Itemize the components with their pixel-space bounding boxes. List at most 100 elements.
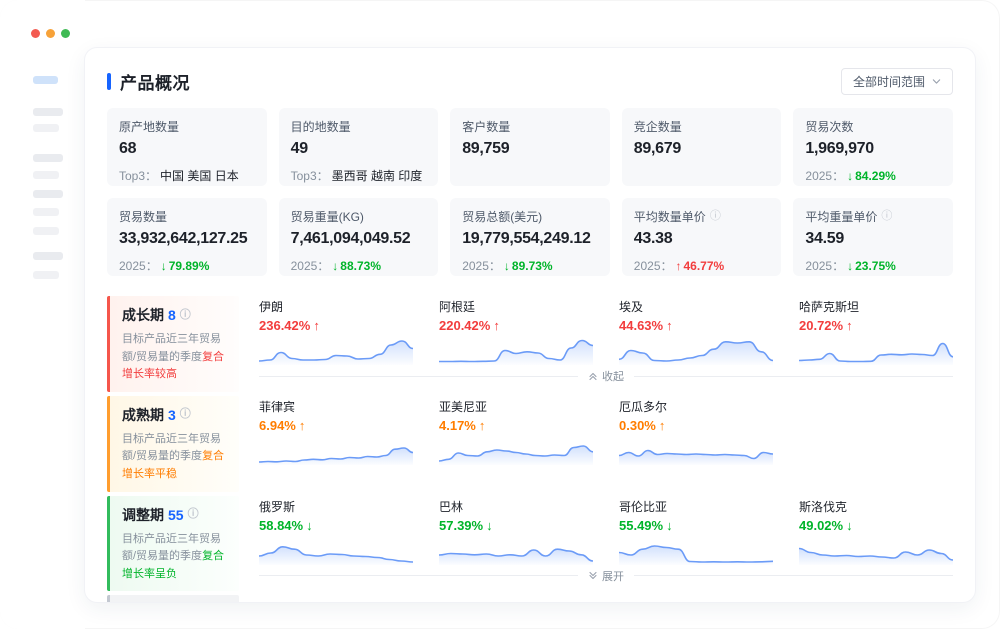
other-countries-panel: 其他国家 16 ⓘ [107, 595, 239, 602]
info-icon[interactable]: ⓘ [188, 509, 199, 520]
section-other-countries: 其他国家 16 ⓘ 留尼旺岛 南非 阿曼 赫德岛和麦克唐纳群岛 乌拉圭 坦桑尼亚… [107, 595, 953, 602]
arrow-down-icon: ↓ [486, 518, 493, 533]
sparkline-chart [259, 535, 413, 565]
sidebar-item[interactable] [33, 252, 63, 260]
trend-percent: 236.42% ↑ [259, 318, 413, 333]
page-title: 产品概况 [120, 69, 190, 94]
country-trend-cell[interactable]: 伊朗 236.42% ↑ [259, 298, 413, 365]
stage-panel-mature: 成熟期 3 ⓘ 目标产品近三年贸易额/贸易量的季度复合增长率平稳 [107, 396, 239, 492]
stage-name: 成熟期 [122, 405, 164, 425]
stat-cards-row2: 贸易数量 33,932,642,127.25 2025： ↓ 79.89% 贸易… [107, 198, 953, 276]
collapse-icon [588, 371, 598, 381]
sidebar-item[interactable] [33, 190, 63, 198]
stage-name: 调整期 [122, 505, 164, 525]
close-window-button[interactable] [31, 29, 40, 38]
info-icon[interactable]: ⓘ [881, 211, 892, 222]
stat-sub: 2025： ↓ 89.73% [462, 257, 598, 274]
stat-sub-value: 墨西哥 越南 印度 [332, 167, 423, 184]
sidebar-item[interactable] [33, 108, 63, 116]
window-controls [31, 29, 70, 38]
percent-value: 55.49% [619, 518, 663, 533]
stat-label: 原产地数量 [119, 118, 255, 135]
trend-percent: 44.63% ↑ [619, 318, 773, 333]
percent-value: 20.72% [799, 318, 843, 333]
panel-header: 产品概况 全部时间范围 [107, 68, 953, 95]
country-trend-cell[interactable]: 厄瓜多尔 0.30% ↑ [619, 398, 773, 465]
stat-label: 平均数量单价 [634, 208, 706, 225]
country-trend-cell[interactable]: 斯洛伐克 49.02% ↓ [799, 498, 953, 565]
expand-icon [588, 571, 598, 581]
percent-value: 58.84% [259, 518, 303, 533]
minimize-window-button[interactable] [46, 29, 55, 38]
stat-card-trade-quantity: 贸易数量 33,932,642,127.25 2025： ↓ 79.89% [107, 198, 267, 276]
time-range-select[interactable]: 全部时间范围 [841, 68, 953, 95]
stat-sub: 2025： ↓ 23.75% [805, 257, 941, 274]
arrow-up-icon: ↑ [479, 418, 486, 433]
trend-percent: 0.30% ↑ [619, 418, 773, 433]
info-icon[interactable]: ⓘ [180, 310, 191, 321]
info-icon[interactable]: ⓘ [710, 211, 721, 222]
stage-count: 8 [168, 307, 176, 323]
trend-percent: 23.75% [855, 259, 896, 273]
sidebar-item[interactable] [33, 227, 59, 235]
country-trend-cell[interactable]: 埃及 44.63% ↑ [619, 298, 773, 365]
chevron-down-icon [932, 77, 941, 86]
arrow-down-icon: ↓ [666, 518, 673, 533]
sparkline-chart [619, 535, 773, 565]
stat-sub-label: 2025： [291, 257, 330, 274]
stage-title: 成熟期 3 ⓘ [122, 405, 227, 425]
stat-value: 19,779,554,249.12 [462, 230, 598, 248]
stat-card-customer-count: 客户数量 89,759 [450, 108, 610, 186]
country-trend-cell[interactable]: 亚美尼亚 4.17% ↑ [439, 398, 593, 465]
info-icon[interactable]: ⓘ [180, 409, 191, 420]
trend-percent: 46.77% [684, 259, 725, 273]
other-countries-content: 留尼旺岛 南非 阿曼 赫德岛和麦克唐纳群岛 乌拉圭 坦桑尼亚 中国(澳门) 黎巴… [239, 595, 953, 602]
country-trend-cell[interactable]: 巴林 57.39% ↓ [439, 498, 593, 565]
stat-card-trade-total: 贸易总额(美元) 19,779,554,249.12 2025： ↓ 89.73… [450, 198, 610, 276]
country-trend-cell[interactable]: 阿根廷 220.42% ↑ [439, 298, 593, 365]
country-name: 哥伦比亚 [619, 498, 773, 515]
percent-value: 44.63% [619, 318, 663, 333]
collapse-divider[interactable]: 收起 [259, 368, 953, 384]
growth-stage-sections: 成长期 8 ⓘ 目标产品近三年贸易额/贸易量的季度复合增长率较高 伊朗 236.… [107, 296, 953, 602]
country-trend-cell[interactable]: 哥伦比亚 55.49% ↓ [619, 498, 773, 565]
percent-value: 0.30% [619, 418, 656, 433]
stage-title: 成长期 8 ⓘ [122, 305, 227, 325]
stage-title: 调整期 55 ⓘ [122, 505, 227, 525]
stat-sub-label: 2025： [805, 167, 844, 184]
stat-sub-label: 2025： [462, 257, 501, 274]
stat-sub: Top3： 墨西哥 越南 印度 [291, 167, 427, 184]
sidebar-item[interactable] [33, 208, 59, 216]
sparkline-chart [619, 435, 773, 465]
sidebar-item[interactable] [33, 171, 59, 179]
stat-sub-label: Top3： [291, 167, 329, 184]
trend-value: ↓ 84.29% [847, 169, 896, 183]
sidebar-item-active[interactable] [33, 76, 58, 84]
sidebar-item[interactable] [33, 124, 59, 132]
sidebar-item[interactable] [33, 154, 63, 162]
other-countries-list: 留尼旺岛 南非 阿曼 赫德岛和麦克唐纳群岛 乌拉圭 坦桑尼亚 中国(澳门) 黎巴… [259, 595, 953, 602]
trend-percent: 88.73% [340, 259, 381, 273]
arrow-down-icon: ↓ [847, 259, 853, 273]
arrow-down-icon: ↓ [846, 518, 853, 533]
arrow-up-icon: ↑ [493, 318, 500, 333]
trend-value: ↓ 88.73% [332, 259, 381, 273]
stat-value: 33,932,642,127.25 [119, 230, 255, 248]
stat-sub-label: 2025： [119, 257, 158, 274]
sparkline-chart [259, 435, 413, 465]
collapse-control[interactable]: 收起 [578, 368, 634, 384]
stat-value: 89,679 [634, 140, 770, 158]
maximize-window-button[interactable] [61, 29, 70, 38]
expand-divider[interactable]: 展开 [259, 568, 953, 584]
stat-value: 1,969,970 [805, 140, 941, 158]
trend-percent: 20.72% ↑ [799, 318, 953, 333]
dashboard-panel: 产品概况 全部时间范围 原产地数量 68 Top3： 中国 美国 日本 目的地数… [85, 48, 975, 602]
expand-control[interactable]: 展开 [578, 568, 634, 584]
country-trend-cell[interactable]: 俄罗斯 58.84% ↓ [259, 498, 413, 565]
trend-value: ↓ 23.75% [847, 259, 896, 273]
country-trend-cell[interactable]: 菲律宾 6.94% ↑ [259, 398, 413, 465]
arrow-down-icon: ↓ [332, 259, 338, 273]
stage-content: 伊朗 236.42% ↑ 阿根廷 220.42% ↑ [239, 296, 953, 392]
sidebar-item[interactable] [33, 271, 59, 279]
country-trend-cell[interactable]: 哈萨克斯坦 20.72% ↑ [799, 298, 953, 365]
